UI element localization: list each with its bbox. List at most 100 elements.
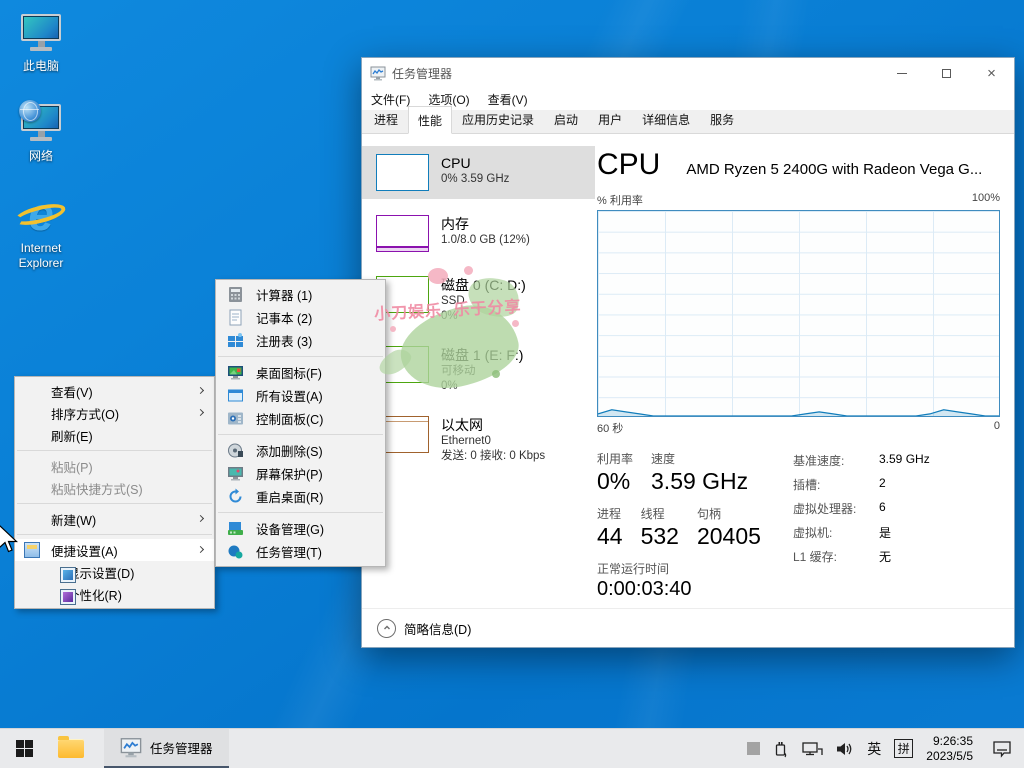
submenu-arrow-icon bbox=[196, 386, 205, 395]
submenu-item-screensaver[interactable]: 屏幕保护(P) bbox=[216, 462, 385, 485]
stat-handles: 句柄 20405 bbox=[696, 507, 761, 549]
sidebar-item-ethernet[interactable]: 以太网 Ethernet0 发送: 0 接收: 0 Kbps bbox=[362, 408, 595, 472]
stat-threads: 线程 532 bbox=[640, 507, 679, 549]
task-manager-app-icon bbox=[370, 66, 386, 81]
submenu-item-desktop-icons[interactable]: 桌面图标(F) bbox=[216, 361, 385, 384]
tab-app-history[interactable]: 应用历史记录 bbox=[452, 106, 544, 133]
menu-item-view[interactable]: 查看(V) bbox=[15, 380, 214, 402]
quick-settings-submenu: 计算器 (1) 记事本 (2) 注册表 (3) 桌面图标(F) 所有设置(A) … bbox=[215, 279, 386, 567]
submenu-item-control-panel[interactable]: 控制面板(C) bbox=[216, 407, 385, 430]
maximize-button[interactable] bbox=[924, 58, 969, 88]
hidden-icons-button[interactable] bbox=[747, 742, 761, 755]
network-icon bbox=[17, 98, 65, 146]
tab-details[interactable]: 详细信息 bbox=[632, 106, 700, 133]
stat-uptime: 正常运行时间 0:00:03:40 bbox=[597, 562, 692, 600]
menu-item-personalize[interactable]: 个性化(R) bbox=[15, 583, 214, 605]
submenu-item-add-remove[interactable]: 添加删除(S) bbox=[216, 439, 385, 462]
sidebar-item-memory[interactable]: 内存 1.0/8.0 GB (12%) bbox=[362, 207, 595, 260]
tab-users[interactable]: 用户 bbox=[588, 106, 632, 133]
folder-icon bbox=[58, 736, 84, 758]
task-manager-menu-icon bbox=[228, 545, 243, 559]
task-manager-window: 任务管理器 × 文件(F) 选项(O) 查看(V) 进程 性能 应用历史记录 启… bbox=[361, 57, 1015, 648]
maximize-icon bbox=[942, 68, 951, 78]
cpu-usage-chart[interactable] bbox=[597, 210, 1000, 417]
window-title: 任务管理器 bbox=[392, 66, 453, 81]
cpu-details: 基准速度: 3.59 GHz 插槽: 2 虚拟处理器: 6 虚拟机: 是 L1 缓存: 无 bbox=[793, 452, 930, 564]
notepad-icon bbox=[229, 309, 242, 326]
taskbar-app-task-manager[interactable]: 任务管理器 bbox=[104, 728, 229, 768]
quick-settings-icon bbox=[24, 542, 40, 558]
menu-view[interactable]: 查看(V) bbox=[488, 91, 528, 108]
cpu-stats: 利用率 0% 速度 3.59 GHz 进程 44 线程 532 句柄 20405… bbox=[597, 450, 793, 601]
submenu-item-calculator[interactable]: 计算器 (1) bbox=[216, 283, 385, 306]
clock-date: 2023/5/5 bbox=[926, 748, 973, 763]
language-indicator[interactable]: 英 bbox=[867, 739, 881, 759]
chart-x-left: 60 秒 bbox=[597, 423, 624, 435]
usb-icon[interactable] bbox=[773, 740, 788, 758]
menu-item-paste: 粘贴(P) bbox=[51, 460, 93, 475]
menu-item-paste-shortcut: 粘贴快捷方式(S) bbox=[51, 482, 143, 497]
desktop-icons-icon bbox=[228, 366, 243, 380]
desktop: 此电脑 网络 e Internet Explorer 任务管理器 × 文件(F)… bbox=[0, 0, 1024, 768]
cpu-model-name: AMD Ryzen 5 2400G with Radeon Vega G... bbox=[686, 161, 983, 178]
menu-item-sort-by[interactable]: 排序方式(O) bbox=[15, 402, 214, 424]
sidebar-item-disk1[interactable]: 磁盘 1 (E: F:) 可移动 0% bbox=[362, 338, 595, 402]
sidebar-item-cpu[interactable]: CPU 0% 3.59 GHz bbox=[362, 146, 595, 199]
tab-bar: 进程 性能 应用历史记录 启动 用户 详细信息 服务 bbox=[362, 106, 1014, 134]
resource-sidebar: CPU 0% 3.59 GHz 内存 1.0/8.0 GB (12%) 磁盘 0… bbox=[362, 134, 595, 609]
menu-item-new[interactable]: 新建(W) bbox=[15, 508, 214, 530]
restart-desktop-icon bbox=[229, 488, 242, 503]
start-button[interactable] bbox=[0, 729, 48, 768]
display-settings-icon bbox=[60, 567, 76, 583]
memory-thumbnail bbox=[376, 215, 429, 252]
menu-separator bbox=[17, 503, 212, 504]
menu-separator bbox=[218, 512, 383, 513]
close-icon: × bbox=[987, 64, 996, 82]
system-tray: 英 拼 9:26:35 2023/5/5 bbox=[747, 734, 1024, 764]
this-pc-icon bbox=[17, 8, 65, 56]
taskbar: 任务管理器 英 拼 9:26:35 2023/5/5 bbox=[0, 728, 1024, 768]
submenu-item-task-manager[interactable]: 任务管理(T) bbox=[216, 540, 385, 563]
add-remove-icon bbox=[228, 443, 243, 458]
desktop-icon-label: 网络 bbox=[28, 149, 53, 163]
network-tray-icon[interactable] bbox=[801, 741, 823, 757]
tab-performance[interactable]: 性能 bbox=[408, 106, 453, 134]
taskbar-clock[interactable]: 9:26:35 2023/5/5 bbox=[926, 734, 973, 764]
menu-options[interactable]: 选项(O) bbox=[428, 91, 469, 108]
speaker-icon[interactable] bbox=[836, 741, 854, 757]
submenu-item-notepad[interactable]: 记事本 (2) bbox=[216, 306, 385, 329]
menu-file[interactable]: 文件(F) bbox=[371, 91, 410, 108]
clock-time: 9:26:35 bbox=[932, 733, 973, 748]
action-center-icon[interactable] bbox=[992, 740, 1012, 758]
chart-y-max: 100% bbox=[971, 192, 1000, 204]
sidebar-item-disk0[interactable]: 磁盘 0 (C: D:) SSD 0% bbox=[362, 268, 595, 332]
submenu-item-all-settings[interactable]: 所有设置(A) bbox=[216, 384, 385, 407]
desktop-icon-network[interactable]: 网络 bbox=[6, 98, 76, 164]
submenu-item-restart-desktop[interactable]: 重启桌面(R) bbox=[216, 485, 385, 508]
desktop-icon-label: 此电脑 bbox=[22, 59, 59, 73]
chart-y-label: % 利用率 bbox=[597, 195, 643, 207]
submenu-item-registry[interactable]: 注册表 (3) bbox=[216, 329, 385, 352]
title-bar[interactable]: 任务管理器 × bbox=[362, 58, 1014, 88]
chart-x-right: 0 bbox=[993, 420, 1000, 432]
ime-indicator[interactable]: 拼 bbox=[894, 739, 914, 758]
menu-item-refresh[interactable]: 刷新(E) bbox=[15, 424, 214, 446]
menu-item-quick-settings[interactable]: 便捷设置(A) bbox=[15, 539, 214, 561]
tab-services[interactable]: 服务 bbox=[700, 106, 744, 133]
desktop-icon-this-pc[interactable]: 此电脑 bbox=[6, 8, 76, 74]
file-explorer-button[interactable] bbox=[48, 729, 94, 768]
control-panel-icon bbox=[228, 412, 243, 425]
cpu-panel: CPU AMD Ryzen 5 2400G with Radeon Vega G… bbox=[595, 134, 1014, 609]
submenu-item-device-manager[interactable]: 设备管理(G) bbox=[216, 517, 385, 540]
all-settings-icon bbox=[228, 389, 243, 402]
menu-item-display-settings[interactable]: 显示设置(D) bbox=[15, 561, 214, 583]
performance-pane: CPU 0% 3.59 GHz 内存 1.0/8.0 GB (12%) 磁盘 0… bbox=[362, 134, 1014, 609]
submenu-arrow-icon bbox=[196, 514, 205, 523]
minimize-button[interactable] bbox=[879, 58, 924, 88]
tab-processes[interactable]: 进程 bbox=[364, 106, 408, 133]
close-button[interactable]: × bbox=[969, 58, 1014, 88]
desktop-icon-internet-explorer[interactable]: e Internet Explorer bbox=[6, 190, 76, 271]
tab-startup[interactable]: 启动 bbox=[544, 106, 588, 133]
cpu-panel-title: CPU bbox=[597, 148, 661, 181]
fewer-details-button[interactable]: 简略信息(D) bbox=[362, 608, 1014, 647]
